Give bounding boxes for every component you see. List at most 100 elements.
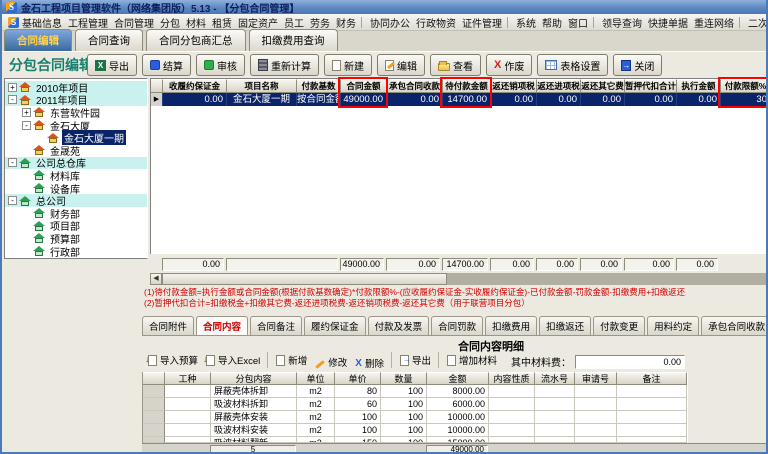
- summary-blank: [226, 258, 338, 271]
- tree-expand-toggle[interactable]: +: [8, 83, 17, 92]
- menu-item[interactable]: S 分包: [157, 14, 183, 31]
- toolbar-button[interactable]: 重新计算: [250, 54, 319, 76]
- menu-item[interactable]: S 行政物资: [413, 14, 459, 31]
- scrollbar-thumb[interactable]: [162, 273, 447, 285]
- column-header[interactable]: 付款基数: [297, 79, 341, 93]
- menu-item[interactable]: S 合同管理: [111, 14, 157, 31]
- menu-item[interactable]: S 重连网络: [691, 14, 745, 31]
- detail-tab[interactable]: 扣缴返还: [539, 316, 591, 335]
- detail-tab[interactable]: 履约保证金: [304, 316, 366, 335]
- column-header[interactable]: 备注: [617, 372, 687, 385]
- formula-note-2: (2)暂押代扣合计=扣缴税金+扣缴其它费-返还进项税费-返还销项税费-返还其它费…: [144, 298, 768, 309]
- cell-approval: [575, 411, 617, 424]
- column-header[interactable]: 执行金额: [677, 79, 721, 93]
- detail-tab[interactable]: 合同内容: [196, 316, 248, 335]
- module-tab[interactable]: 合同查询: [75, 29, 143, 51]
- detail-toolbar-button[interactable]: 新增: [267, 352, 311, 368]
- scroll-left-arrow[interactable]: ◀: [150, 273, 162, 285]
- horizontal-scrollbar[interactable]: ◀: [150, 273, 768, 285]
- tree-item[interactable]: 行政部: [5, 245, 147, 258]
- column-header[interactable]: 分包内容: [211, 372, 297, 385]
- detail-summary-row: 5 49000.00: [142, 443, 768, 454]
- menu-item[interactable]: S 劳务: [307, 14, 333, 31]
- module-tab[interactable]: 合同编辑: [4, 29, 72, 51]
- menu-item[interactable]: S 材料: [183, 14, 209, 31]
- column-header[interactable]: 项目名称: [227, 79, 297, 93]
- detail-tab[interactable]: 合同附件: [142, 316, 194, 335]
- tree-expand-toggle[interactable]: +: [22, 108, 31, 117]
- detail-toolbar-button[interactable]: 导入Excel: [202, 352, 264, 368]
- contract-row-selected[interactable]: ▶ 0.00 金石大厦一期 按合同金额 49000.00 0.00 14700.…: [151, 93, 768, 106]
- column-header[interactable]: 审请号: [575, 372, 617, 385]
- module-tab[interactable]: 合同分包商汇总: [146, 29, 246, 51]
- tree-expand-toggle[interactable]: -: [8, 158, 17, 167]
- column-header[interactable]: 内容性质: [489, 372, 535, 385]
- column-header[interactable]: 返还其它费: [581, 79, 625, 93]
- detail-toolbar-button[interactable]: 修改: [311, 354, 351, 370]
- toolbar-button[interactable]: 审核: [196, 54, 245, 76]
- detail-toolbar-button[interactable]: 删除: [351, 355, 388, 371]
- menu-item[interactable]: S 二次开发: [745, 14, 768, 31]
- menu-item[interactable]: S 系统: [513, 14, 539, 31]
- toolbar-button[interactable]: 新建: [324, 54, 372, 76]
- column-header[interactable]: 承包合同收款: [387, 79, 443, 93]
- column-header[interactable]: 金额: [427, 372, 489, 385]
- column-header[interactable]: 流水号: [535, 372, 575, 385]
- detail-tab[interactable]: 合同罚款: [431, 316, 483, 335]
- column-header[interactable]: 合同金额: [341, 79, 387, 93]
- cell-pending-payment: 14700.00: [443, 93, 491, 106]
- menu-item[interactable]: S 工程管理: [65, 14, 111, 31]
- detail-row[interactable]: 吸波材料安装 m2 100 100 10000.00: [143, 424, 688, 437]
- toolbar-button[interactable]: 查看: [430, 54, 481, 76]
- menu-item[interactable]: S 快捷单据: [645, 14, 691, 31]
- column-header[interactable]: 待付款金额: [443, 79, 491, 93]
- menu-item[interactable]: S 证件管理: [459, 14, 513, 31]
- column-header[interactable]: 单位: [297, 372, 335, 385]
- detail-toolbar-button[interactable]: 导出: [391, 352, 435, 368]
- menu-item[interactable]: S 基础信息: [5, 14, 65, 31]
- detail-tab[interactable]: 用料约定: [647, 316, 699, 335]
- menu-item[interactable]: S 帮助: [539, 14, 565, 31]
- toolbar-button[interactable]: 表格设置: [537, 54, 608, 76]
- menu-item[interactable]: S 协同办公: [367, 14, 413, 31]
- toolbar-button[interactable]: 结算: [142, 54, 191, 76]
- column-header[interactable]: 收履约保证金: [163, 79, 227, 93]
- column-header[interactable]: 工种: [165, 372, 211, 385]
- detail-row[interactable]: 吸波材料拆卸 m2 60 100 6000.00: [143, 398, 688, 411]
- app-logo-icon: S: [6, 2, 17, 13]
- detail-tab[interactable]: 合同备注: [250, 316, 302, 335]
- column-header[interactable]: 返还销项税: [491, 79, 537, 93]
- toolbar-button[interactable]: 导出: [87, 54, 137, 76]
- cell-nature: [489, 411, 535, 424]
- tree-node-icon: [19, 196, 31, 206]
- menu-item[interactable]: S 领导查询: [599, 14, 645, 31]
- tree-item[interactable]: 设备库: [5, 182, 147, 195]
- column-header[interactable]: 单价: [335, 372, 381, 385]
- contracts-grid: 收履约保证金 项目名称 付款基数 合同金额 承包合同收款 待付款金额 返还销项税…: [150, 78, 768, 254]
- menu-item[interactable]: S 固定资产: [235, 14, 281, 31]
- detail-tab[interactable]: 扣缴费用: [485, 316, 537, 335]
- menu-item[interactable]: S 财务: [333, 14, 367, 31]
- column-header[interactable]: 数量: [381, 372, 427, 385]
- column-header[interactable]: 暂押代扣合计: [625, 79, 677, 93]
- menu-item[interactable]: S 租赁: [209, 14, 235, 31]
- detail-tab[interactable]: 付款及发票: [368, 316, 430, 335]
- detail-toolbar-button[interactable]: 导入预算: [144, 352, 202, 368]
- tree-expand-toggle[interactable]: -: [8, 95, 17, 104]
- detail-row[interactable]: 屏蔽壳体安装 m2 100 100 10000.00: [143, 411, 688, 424]
- detail-tab[interactable]: 承包合同收款: [701, 316, 768, 335]
- toolbar-button[interactable]: 编辑: [377, 54, 425, 76]
- column-header[interactable]: 付款限额%: [721, 79, 768, 93]
- detail-row[interactable]: 屏蔽壳体拆卸 m2 80 100 8000.00: [143, 385, 688, 398]
- toolbar-button[interactable]: 作废: [486, 54, 532, 76]
- module-tab[interactable]: 扣缴费用查询: [249, 29, 338, 51]
- column-header[interactable]: 返还进项税: [537, 79, 581, 93]
- material-fee-input[interactable]: [575, 355, 685, 369]
- menu-item[interactable]: S 窗口: [565, 14, 599, 31]
- tree-expand-toggle[interactable]: -: [22, 121, 31, 130]
- detail-toolbar-button[interactable]: 增加材料: [438, 352, 501, 368]
- detail-tab[interactable]: 付款变更: [593, 316, 645, 335]
- toolbar-button[interactable]: 关闭: [613, 54, 662, 76]
- menu-item[interactable]: S 员工: [281, 14, 307, 31]
- tree-expand-toggle[interactable]: -: [8, 196, 17, 205]
